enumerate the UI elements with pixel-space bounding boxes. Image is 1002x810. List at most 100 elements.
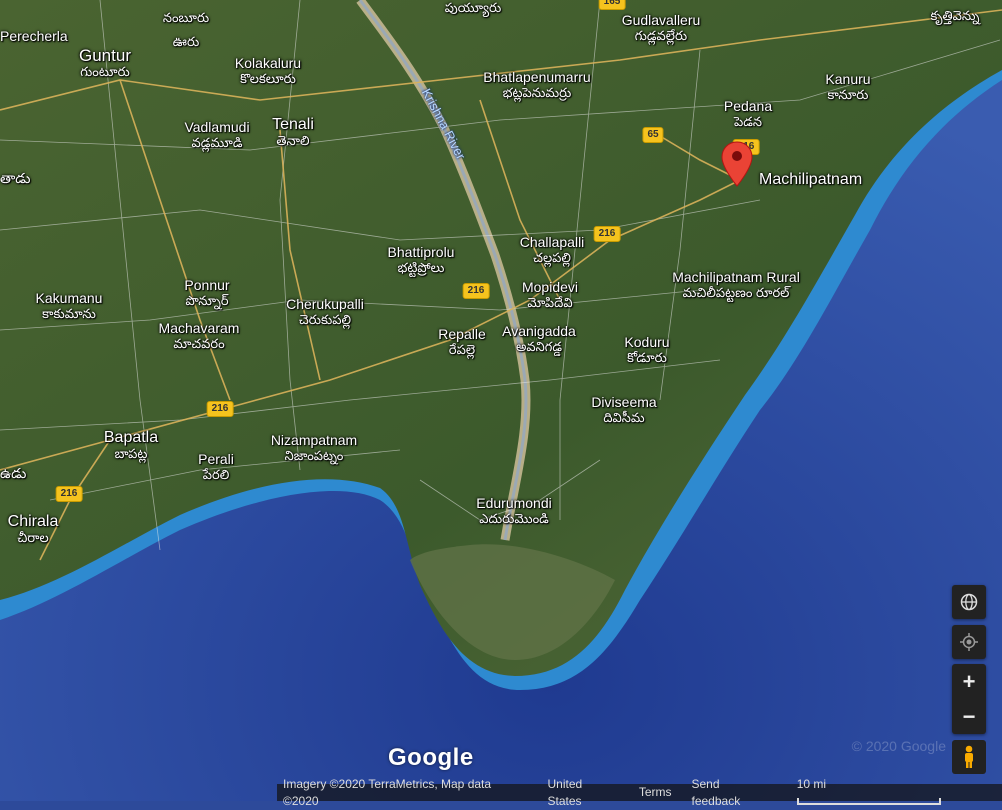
place-diviseema[interactable]: Diviseema దివిసీమ: [591, 394, 656, 426]
place-name: Machilipatnam Rural: [672, 269, 800, 285]
region-link[interactable]: United States: [547, 776, 618, 810]
zoom-controls: + −: [952, 664, 986, 734]
place-local-name: తాడు: [0, 170, 31, 186]
place-local-name: గుంటూరు: [80, 64, 130, 79]
pegman-button[interactable]: [952, 740, 986, 774]
place-name: Vadlamudi: [184, 119, 250, 135]
satellite-map[interactable]: [0, 0, 1002, 801]
route-shield: 216: [206, 401, 234, 417]
place-machilipatnam[interactable]: Machilipatnam: [759, 172, 862, 188]
place-ponnur[interactable]: Ponnur పొన్నూర్: [184, 277, 229, 309]
place-name: Avanigadda: [502, 323, 576, 339]
place-mopidevi[interactable]: Mopidevi మోపిదేవి: [522, 279, 578, 311]
route-shield: 65: [642, 127, 664, 143]
place-vadlamudi[interactable]: Vadlamudi వడ్లమూడి: [184, 119, 249, 151]
place-name: Mopidevi: [521, 279, 579, 295]
place-name: Perali: [198, 451, 234, 467]
place-local-name: తెనాలి: [276, 133, 310, 148]
place-name: Nizampatnam: [270, 432, 358, 448]
place-local-name: మచిలీపట్టణం రూరల్: [682, 285, 790, 300]
globe-button[interactable]: [952, 585, 986, 619]
place-name: Diviseema: [591, 394, 657, 410]
place-koduru[interactable]: Koduru కోడూరు: [624, 334, 669, 366]
place-name: Cherukupalli: [286, 296, 364, 312]
place-gudlavalleru[interactable]: Gudlavalleru గుడ్లవల్లేరు: [622, 12, 701, 44]
attribution-text: Imagery ©2020 TerraMetrics, Map data ©20…: [283, 776, 492, 808]
my-location-icon: [960, 633, 978, 651]
route-shield: 216: [55, 486, 83, 502]
my-location-button[interactable]: [952, 625, 986, 659]
place-machilipatnam-rural[interactable]: Machilipatnam Rural మచిలీపట్టణం రూరల్: [672, 269, 800, 301]
place-bapatla[interactable]: Bapatla బాపట్ల: [104, 430, 158, 462]
place-perali[interactable]: Perali పేరలి: [198, 451, 234, 483]
place-kanuru[interactable]: Kanuru కానూరు: [825, 71, 870, 103]
place-pedana[interactable]: Pedana పెడన: [724, 98, 772, 130]
place-bhatlapenumarru[interactable]: Bhatlapenumarru భట్లపెనుమర్రు: [483, 69, 590, 101]
place-local-name: మోపిదేవి: [527, 295, 573, 310]
place-local-name: బాపట్ల: [114, 446, 148, 461]
location-pin-icon[interactable]: [720, 140, 754, 190]
place-name: Koduru: [624, 334, 670, 350]
scale-bar: [796, 797, 941, 805]
place-kakumanu[interactable]: Kakumanu కాకుమాను: [36, 290, 103, 322]
place-cherukupalli[interactable]: Cherukupalli చెరుకుపల్లి: [286, 296, 364, 328]
place-local-name: ఎదురుమొండి: [479, 511, 549, 526]
pegman-icon: [965, 745, 973, 768]
place-local-name: భట్లపెనుమర్రు: [502, 85, 572, 100]
place-local-name: పొన్నూర్: [185, 293, 229, 308]
place-chedu[interactable]: ఉడు: [0, 465, 26, 481]
zoom-out-button[interactable]: −: [952, 699, 986, 734]
place-amruthalur[interactable]: ఊరు: [173, 34, 199, 50]
place-nizampatnam[interactable]: Nizampatnam నిజాంపట్నం: [271, 432, 357, 464]
place-name: Perecherla: [0, 28, 68, 44]
route-shield: 216: [593, 226, 621, 242]
place-local-name: కృత్తివెన్ను: [930, 8, 980, 23]
place-guntur[interactable]: Guntur గుంటూరు: [79, 47, 131, 80]
place-name: Machavaram: [158, 320, 240, 336]
place-machavaram[interactable]: Machavaram మాచవరం: [159, 320, 240, 352]
place-name: Gudlavalleru: [621, 12, 701, 28]
place-local-name: చెరుకుపల్లి: [298, 312, 352, 327]
place-thipadu[interactable]: తాడు: [0, 170, 31, 186]
place-name: Bhattiprolu: [387, 244, 455, 260]
place-local-name: రేపల్లె: [448, 342, 476, 357]
route-shield: 165: [598, 0, 626, 10]
place-local-name: అవనిగడ్డ: [516, 339, 562, 354]
place-local-name: చల్లపల్లి: [533, 250, 571, 265]
place-name: Challapalli: [519, 234, 585, 250]
place-name: Bapatla: [103, 429, 159, 446]
place-name: Kolakaluru: [234, 55, 302, 71]
place-perecherla[interactable]: Perecherla: [0, 28, 68, 44]
place-local-name: నంబూరు: [162, 10, 210, 25]
place-chirala[interactable]: Chirala చీరాల: [8, 514, 59, 546]
place-name: Bhatlapenumarru: [483, 69, 591, 85]
scale-label[interactable]: 10 mi: [791, 776, 1002, 810]
place-avanigadda[interactable]: Avanigadda అవనిగడ్డ: [502, 323, 576, 355]
scale-text: 10 mi: [796, 776, 827, 791]
terms-link[interactable]: Terms: [639, 784, 672, 801]
zoom-in-button[interactable]: +: [952, 664, 986, 699]
place-local-name: కానూరు: [827, 87, 869, 102]
place-name: Kakumanu: [35, 290, 103, 306]
place-kuthivennu[interactable]: కృత్తివెన్ను: [931, 8, 980, 24]
place-bhattiprolu[interactable]: Bhattiprolu భట్టిప్రోలు: [388, 244, 455, 276]
place-name: Ponnur: [184, 277, 230, 293]
place-repalle[interactable]: Repalle రేపల్లె: [438, 326, 485, 358]
place-local-name: కొలకలూరు: [240, 71, 296, 86]
place-nambur[interactable]: నంబూరు: [163, 10, 209, 26]
place-local-name: దివిసీమ: [603, 410, 645, 425]
place-local-name: నిజాంపట్నం: [284, 448, 344, 463]
place-local-name: కాకుమాను: [42, 306, 96, 321]
place-kolakaluru[interactable]: Kolakaluru కొలకలూరు: [235, 55, 301, 87]
place-vuyyuru[interactable]: పుయ్యూరు: [445, 0, 502, 16]
place-challapalli[interactable]: Challapalli చల్లపల్లి: [520, 234, 585, 266]
place-name: Pedana: [723, 98, 773, 114]
send-feedback-link[interactable]: Send feedback: [691, 776, 770, 810]
place-local-name: పుయ్యూరు: [444, 0, 502, 15]
place-name: Kanuru: [825, 71, 871, 87]
place-tenali[interactable]: Tenali తెనాలి: [272, 117, 314, 149]
place-edurumondi[interactable]: Edurumondi ఎదురుమొండి: [476, 495, 552, 527]
place-local-name: వడ్లమూడి: [191, 135, 243, 150]
place-local-name: చీరాల: [17, 530, 49, 545]
place-local-name: గుడ్లవల్లేరు: [634, 28, 688, 43]
